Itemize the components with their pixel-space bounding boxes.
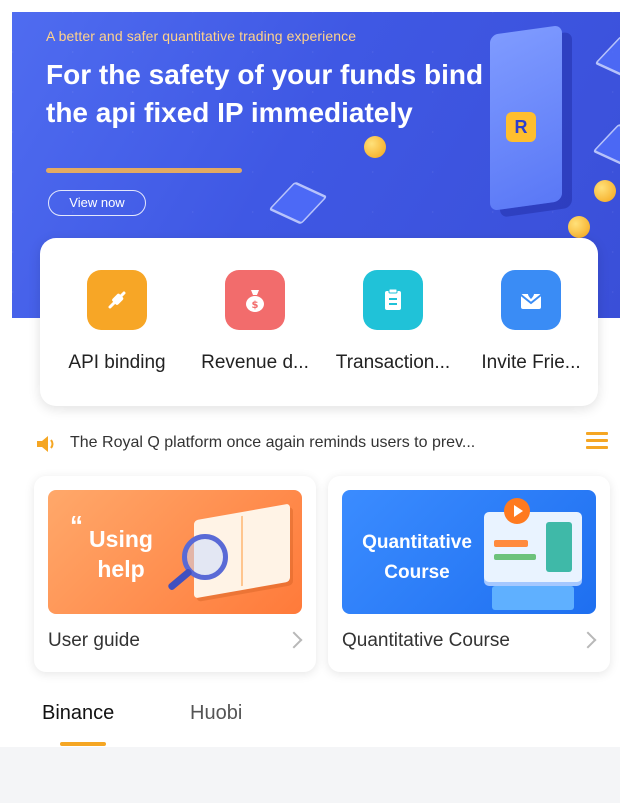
coin-icon <box>568 216 590 238</box>
quantitative-course-card[interactable]: Quantitative Course Quantitative Course <box>328 476 610 672</box>
tab-huobi[interactable]: Huobi <box>190 702 242 725</box>
exchange-tabs: Binance Huobi <box>0 690 620 746</box>
quantitative-course-caption: Quantitative Course <box>342 630 510 651</box>
transaction-button[interactable]: Transaction... <box>326 270 460 374</box>
magnifier-handle <box>167 567 193 592</box>
menu-icon[interactable] <box>586 432 608 452</box>
invite-friends-button[interactable]: Invite Frie... <box>464 270 598 374</box>
quantitative-course-image: Quantitative Course <box>342 490 596 614</box>
announcement-bar[interactable]: The Royal Q platform once again reminds … <box>34 428 620 460</box>
revenue-detail-button[interactable]: $ Revenue d... <box>188 270 322 374</box>
user-guide-card[interactable]: “ Using help User guide <box>34 476 316 672</box>
using-help-title: Using help <box>89 526 153 582</box>
chevron-right-icon <box>579 631 597 649</box>
banner-subtitle: A better and safer quantitative trading … <box>46 28 357 44</box>
announcement-text: The Royal Q platform once again reminds … <box>70 434 476 451</box>
svg-text:$: $ <box>252 300 259 311</box>
tab-binance[interactable]: Binance <box>42 702 114 725</box>
money-bag-icon: $ <box>225 270 285 330</box>
coin-icon <box>364 136 386 158</box>
action-label: Invite Frie... <box>481 352 581 373</box>
action-label: Revenue d... <box>201 352 309 373</box>
quick-actions-card: API binding $ Revenue d... Transaction..… <box>40 238 598 406</box>
active-tab-indicator <box>60 742 106 746</box>
course-title: Quantitative Course <box>362 532 472 583</box>
headline-underline <box>46 168 242 173</box>
envelope-heart-icon <box>501 270 561 330</box>
coin-icon <box>594 180 616 202</box>
action-label: API binding <box>68 352 166 373</box>
api-binding-button[interactable]: API binding <box>50 270 184 374</box>
using-help-image: “ Using help <box>48 490 302 614</box>
play-icon <box>504 498 530 524</box>
plug-icon <box>87 270 147 330</box>
screen-illustration <box>484 512 582 582</box>
speaker-icon <box>37 436 54 452</box>
exchange-content-area <box>0 747 620 803</box>
action-label: Transaction... <box>335 352 451 373</box>
chevron-right-icon <box>285 631 303 649</box>
view-now-button[interactable]: View now <box>48 190 146 216</box>
clipboard-icon <box>363 270 423 330</box>
stand-illustration <box>492 586 574 610</box>
banner-headline: For the safety of your funds bind the ap… <box>46 59 484 128</box>
user-guide-caption: User guide <box>48 630 140 651</box>
